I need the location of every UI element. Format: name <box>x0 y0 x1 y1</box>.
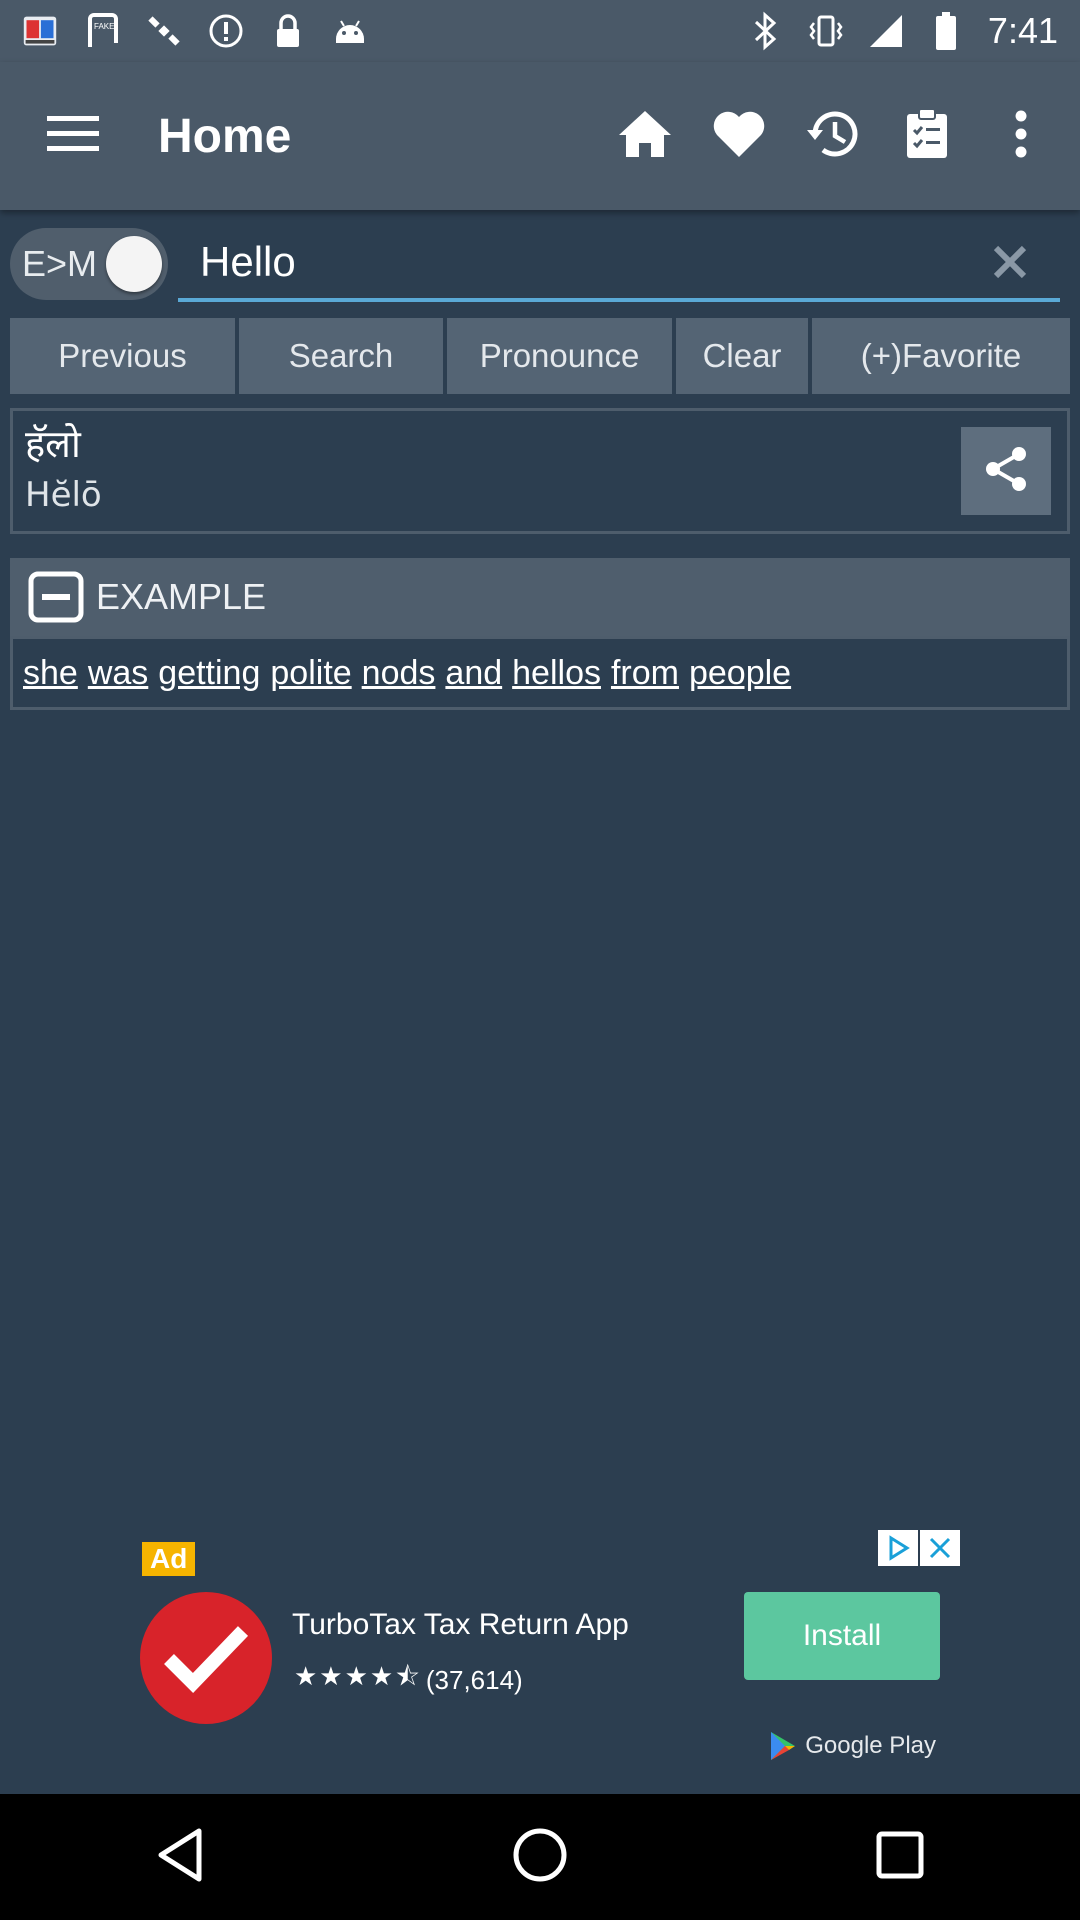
alert-icon <box>208 13 244 49</box>
share-icon <box>981 444 1031 499</box>
ad-banner[interactable]: Ad TurboTax Tax Return App ★★★★⯪ (37,614… <box>138 1530 960 1788</box>
search-field <box>178 226 1060 302</box>
bluetooth-icon <box>748 11 784 51</box>
svg-text:FAKE: FAKE <box>94 22 114 31</box>
google-play-badge: Google Play <box>769 1730 936 1762</box>
clipboard-button[interactable] <box>880 86 974 186</box>
history-icon <box>805 108 861 165</box>
app-bar: Home <box>0 62 1080 210</box>
more-options-button[interactable] <box>974 86 1068 186</box>
clear-text-icon[interactable] <box>988 240 1032 284</box>
fake-gps-icon: FAKE <box>84 13 120 49</box>
example-word[interactable]: hellos <box>512 654 601 693</box>
status-bar: FAKE 7:41 <box>0 0 1080 62</box>
search-input[interactable] <box>178 226 958 298</box>
history-button[interactable] <box>786 86 880 186</box>
google-play-icon <box>771 1732 796 1760</box>
example-word[interactable]: nods <box>362 654 436 693</box>
translated-word: हॅलो <box>25 422 81 466</box>
example-word[interactable]: from <box>611 654 679 693</box>
share-button[interactable] <box>961 427 1051 515</box>
back-triangle-icon <box>155 1827 205 1888</box>
turbotax-logo-icon <box>140 1592 272 1724</box>
menu-button[interactable] <box>0 62 146 210</box>
translation-result: हॅलो Hĕlō <box>10 408 1070 534</box>
navigation-bar <box>0 1794 1080 1920</box>
ad-app-name: TurboTax Tax Return App <box>292 1608 629 1641</box>
recents-button[interactable] <box>840 1797 960 1917</box>
ad-choices[interactable] <box>878 1530 960 1566</box>
example-header[interactable]: EXAMPLE <box>10 558 1070 636</box>
example-word[interactable]: people <box>689 654 791 693</box>
page-title: Home <box>158 109 292 163</box>
transliteration: Hĕlō <box>25 475 102 515</box>
example-word[interactable]: and <box>445 654 502 693</box>
toggle-knob[interactable] <box>106 236 162 292</box>
example-sentence: she was getting polite nods and hellos f… <box>10 636 1070 710</box>
home-icon <box>617 109 673 164</box>
favorites-button[interactable] <box>692 86 786 186</box>
home-nav-button[interactable] <box>480 1797 600 1917</box>
review-count: (37,614) <box>425 1664 523 1695</box>
vibrate-icon <box>808 13 844 49</box>
clear-button[interactable]: Clear <box>676 318 808 394</box>
example-word[interactable]: she <box>23 654 78 693</box>
battery-icon <box>928 12 964 50</box>
pronounce-button[interactable]: Pronounce <box>447 318 672 394</box>
search-button[interactable]: Search <box>239 318 443 394</box>
ad-info-icon[interactable] <box>878 1530 918 1566</box>
add-favorite-button[interactable]: (+)Favorite <box>812 318 1070 394</box>
example-word[interactable]: polite <box>270 654 351 693</box>
more-vert-icon <box>1014 110 1028 163</box>
rating-stars-icon: ★★★★⯪ <box>294 1662 422 1692</box>
example-title: EXAMPLE <box>96 576 267 617</box>
ad-rating: ★★★★⯪ (37,614) <box>294 1658 523 1702</box>
favorite-heart-icon <box>712 110 766 163</box>
home-circle-icon <box>512 1827 568 1888</box>
back-button[interactable] <box>120 1797 240 1917</box>
home-button[interactable] <box>598 86 692 186</box>
satellite-icon <box>146 13 182 49</box>
search-row: E>M <box>10 226 1070 302</box>
ad-label: Ad <box>142 1542 196 1576</box>
ad-close-icon[interactable] <box>920 1530 960 1566</box>
action-buttons: Previous Search Pronounce Clear (+)Favor… <box>10 318 1070 394</box>
previous-button[interactable]: Previous <box>10 318 235 394</box>
store-label: Google Play <box>805 1732 936 1759</box>
hamburger-menu-icon <box>47 114 99 159</box>
recents-square-icon <box>875 1830 925 1885</box>
example-word[interactable]: was <box>88 654 148 693</box>
toggle-label: E>M <box>22 243 98 284</box>
clipboard-icon <box>905 107 949 165</box>
lock-icon <box>270 13 306 49</box>
collapse-icon[interactable] <box>28 569 84 625</box>
example-word[interactable]: getting <box>158 654 260 693</box>
language-direction-toggle[interactable]: E>M <box>10 228 168 300</box>
signal-icon <box>868 13 904 49</box>
dictionary-app-icon <box>22 13 58 49</box>
install-button[interactable]: Install <box>744 1592 940 1680</box>
status-time: 7:41 <box>987 10 1058 51</box>
android-icon <box>332 13 368 49</box>
